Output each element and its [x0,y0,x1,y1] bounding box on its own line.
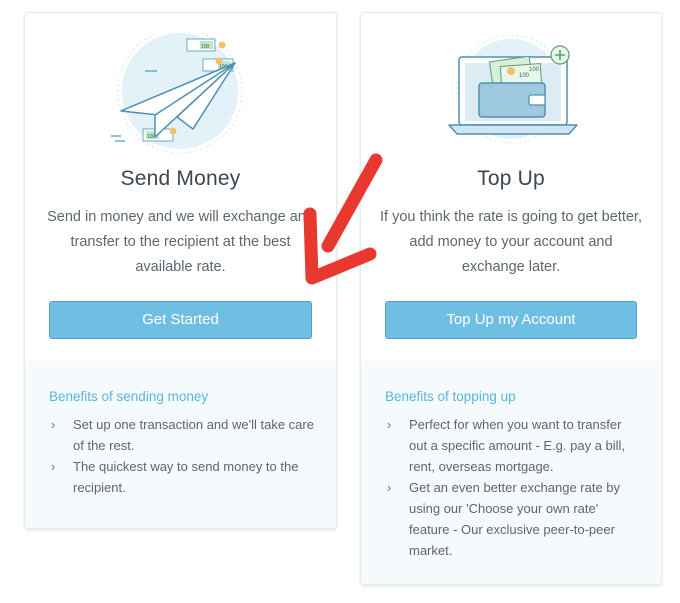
send-money-description: Send in money and we will exchange and t… [47,209,314,275]
svg-text:100: 100 [519,73,530,79]
top-up-description: If you think the rate is going to get be… [380,209,642,275]
top-up-my-account-button[interactable]: Top Up my Account [385,301,637,339]
get-started-button[interactable]: Get Started [49,301,312,339]
chevron-right-icon: › [51,417,56,432]
top-up-benefits-title: Benefits of topping up [385,389,516,404]
benefit-text: Set up one transaction and we'll take ca… [73,417,314,453]
laptop-wallet-illustration: 100 100 [361,33,661,153]
top-up-benefits-list: › Perfect for when you want to transfer … [385,414,641,561]
chevron-right-icon: › [387,417,392,432]
list-item: › Get an even better exchange rate by us… [385,477,641,561]
list-item: › Set up one transaction and we'll take … [49,414,316,456]
benefit-text: Get an even better exchange rate by usin… [409,480,621,558]
benefit-text: The quickest way to send money to the re… [73,459,299,495]
send-money-benefits-title: Benefits of sending money [49,389,209,404]
top-up-benefits: Benefits of topping up › Perfect for whe… [361,361,661,584]
top-up-card: 100 100 Top Up If you think the rate is … [360,12,662,585]
product-options: 100 100 100 Send Money Send in money and… [0,0,680,603]
send-money-benefits: Benefits of sending money › Set up one t… [25,361,336,528]
paper-plane-money-illustration: 100 100 100 [25,28,336,154]
top-up-card-top: 100 100 Top Up If you think the rate is … [361,13,661,361]
red-arrow-annotation [303,153,383,285]
list-item: › The quickest way to send money to the … [49,456,316,498]
svg-text:100: 100 [529,67,540,73]
chevron-right-icon: › [387,480,392,495]
top-up-title: Top Up [477,167,545,190]
svg-text:100: 100 [201,44,210,50]
list-item: › Perfect for when you want to transfer … [385,414,641,477]
benefit-text: Perfect for when you want to transfer ou… [409,417,626,474]
send-money-benefits-list: › Set up one transaction and we'll take … [49,414,316,498]
chevron-right-icon: › [51,459,56,474]
